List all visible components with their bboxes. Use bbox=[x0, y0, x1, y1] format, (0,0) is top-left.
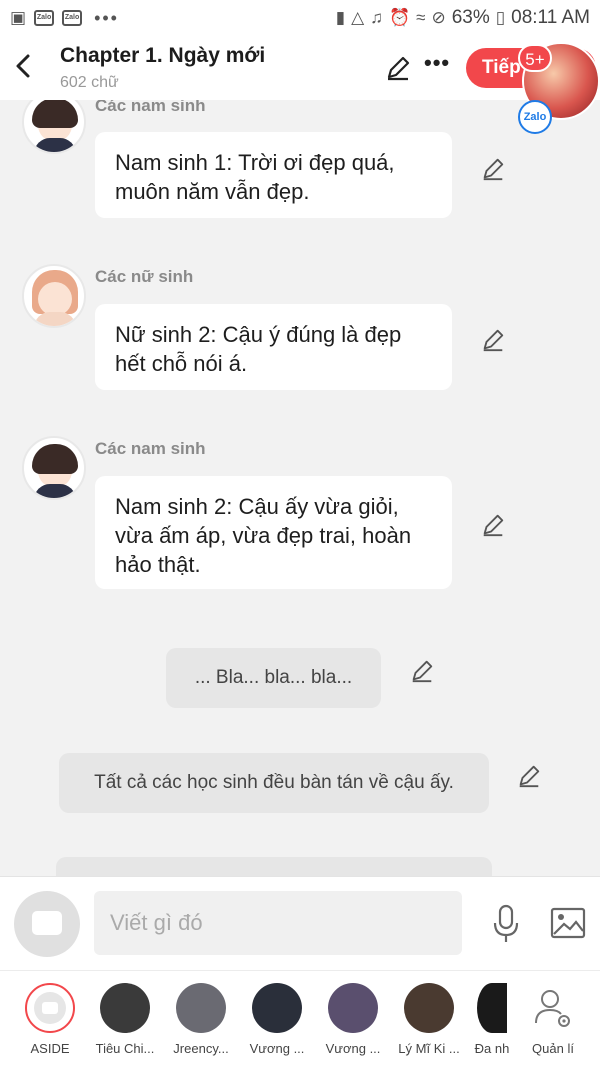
male-students-avatar[interactable] bbox=[22, 100, 86, 154]
character-name: Lý Mĩ Ki ... bbox=[398, 1041, 460, 1056]
message-bubble[interactable]: Nữ sinh 2: Cậu ý đúng là đẹp hết chỗ nói… bbox=[95, 304, 452, 390]
battery-icon: ▯ bbox=[495, 8, 506, 27]
character-avatar bbox=[404, 983, 454, 1033]
character-name: Vương ... bbox=[325, 1041, 381, 1056]
zalo-notification-icon: Zalo bbox=[62, 10, 83, 26]
chapter-title: Chapter 1. Ngày mới bbox=[60, 44, 266, 67]
speaker-name: Các nam sinh bbox=[95, 100, 206, 115]
character-name: Tiêu Chi... bbox=[95, 1041, 155, 1056]
notification-badge: 5+ bbox=[518, 44, 552, 72]
back-button[interactable] bbox=[12, 52, 36, 80]
character-avatar bbox=[328, 983, 378, 1033]
edit-message-button[interactable] bbox=[480, 512, 506, 538]
character-bar: ASIDE Tiêu Chi... Jreency... Vương ... V… bbox=[0, 970, 600, 1067]
microphone-icon bbox=[493, 904, 519, 942]
pencil-icon bbox=[483, 329, 504, 352]
character-name: ASIDE bbox=[30, 1041, 70, 1056]
more-options-button[interactable]: ••• bbox=[424, 50, 450, 76]
microphone-button[interactable] bbox=[490, 903, 522, 945]
pencil-icon bbox=[387, 56, 410, 81]
do-not-disturb-icon: ⊘ bbox=[431, 8, 446, 27]
message-bubble[interactable]: Nam sinh 1: Trời ơi đẹp quá, muôn năm vẫ… bbox=[95, 132, 452, 218]
character-item[interactable]: Tiêu Chi... bbox=[88, 983, 162, 1056]
manage-user-icon bbox=[528, 983, 578, 1033]
edit-narration-button[interactable] bbox=[516, 763, 542, 789]
gallery-notification-icon: ▣ bbox=[10, 8, 27, 27]
edit-message-button[interactable] bbox=[480, 327, 506, 353]
chevron-left-icon bbox=[16, 54, 30, 78]
image-button[interactable] bbox=[550, 907, 586, 939]
speaker-name: Các nam sinh bbox=[95, 439, 206, 458]
aside-toggle-button[interactable] bbox=[14, 891, 80, 957]
composer-bar bbox=[0, 876, 600, 970]
male-students-avatar[interactable] bbox=[22, 436, 86, 500]
message-input[interactable] bbox=[94, 891, 462, 955]
status-bar: ▣ Zalo Zalo ••• ▮ △ ♫ ⏰ ≈ ⊘ 63% ▯ 08:11 … bbox=[0, 0, 600, 36]
female-students-avatar[interactable] bbox=[22, 264, 86, 328]
pencil-icon bbox=[483, 158, 504, 181]
chat-bubble-icon bbox=[32, 911, 62, 935]
aside-icon bbox=[25, 983, 75, 1033]
narration-bubble[interactable]: Tất cả các học sinh đều bàn tán về cậu ấ… bbox=[59, 753, 489, 813]
save-icon: ▮ bbox=[335, 8, 346, 27]
character-avatar bbox=[477, 983, 507, 1033]
character-item[interactable]: Lý Mĩ Ki ... bbox=[392, 983, 466, 1056]
chapter-header: Chapter 1. Ngày mới 602 chữ ••• Tiếp bbox=[0, 36, 600, 100]
character-item[interactable]: Đa nh bbox=[462, 983, 522, 1056]
character-name: Jreency... bbox=[173, 1041, 229, 1056]
character-avatar bbox=[252, 983, 302, 1033]
character-item[interactable]: Vương ... bbox=[240, 983, 314, 1056]
zalo-notification-icon: Zalo bbox=[34, 10, 55, 26]
image-icon bbox=[550, 907, 586, 939]
edit-title-button[interactable] bbox=[384, 54, 412, 82]
battery-percent: 63% bbox=[451, 7, 490, 28]
speaker-name: Các nữ sinh bbox=[95, 267, 194, 286]
clock: 08:11 AM bbox=[511, 7, 590, 28]
more-notifications-icon: ••• bbox=[94, 7, 119, 28]
wifi-icon: ≈ bbox=[416, 8, 426, 27]
character-name: Vương ... bbox=[249, 1041, 305, 1056]
word-count: 602 chữ bbox=[60, 74, 119, 91]
character-avatar bbox=[100, 983, 150, 1033]
pencil-icon bbox=[483, 514, 504, 537]
character-aside[interactable]: ASIDE bbox=[13, 983, 87, 1056]
warning-icon: △ bbox=[351, 8, 365, 27]
narration-bubble[interactable]: ... Bla... bla... bla... bbox=[166, 648, 381, 708]
message-bubble[interactable]: Nam sinh 2: Cậu ấy vừa giỏi, vừa ấm áp, … bbox=[95, 476, 452, 589]
character-item[interactable]: Jreency... bbox=[164, 983, 238, 1056]
character-name: Đa nh bbox=[474, 1041, 510, 1056]
mute-icon: ♫ bbox=[370, 8, 383, 27]
narration-bubble-partial[interactable] bbox=[56, 857, 492, 876]
pencil-icon bbox=[519, 765, 540, 788]
character-name: Quản lí bbox=[532, 1041, 574, 1056]
alarm-icon: ⏰ bbox=[388, 8, 411, 27]
edit-narration-button[interactable] bbox=[409, 658, 435, 684]
manage-characters-button[interactable]: Quản lí bbox=[516, 983, 590, 1056]
chat-area[interactable]: Các nam sinh Nam sinh 1: Trời ơi đẹp quá… bbox=[0, 100, 600, 876]
character-avatar bbox=[176, 983, 226, 1033]
character-item[interactable]: Vương ... bbox=[316, 983, 390, 1056]
edit-message-button[interactable] bbox=[480, 156, 506, 182]
pencil-icon bbox=[412, 660, 433, 683]
